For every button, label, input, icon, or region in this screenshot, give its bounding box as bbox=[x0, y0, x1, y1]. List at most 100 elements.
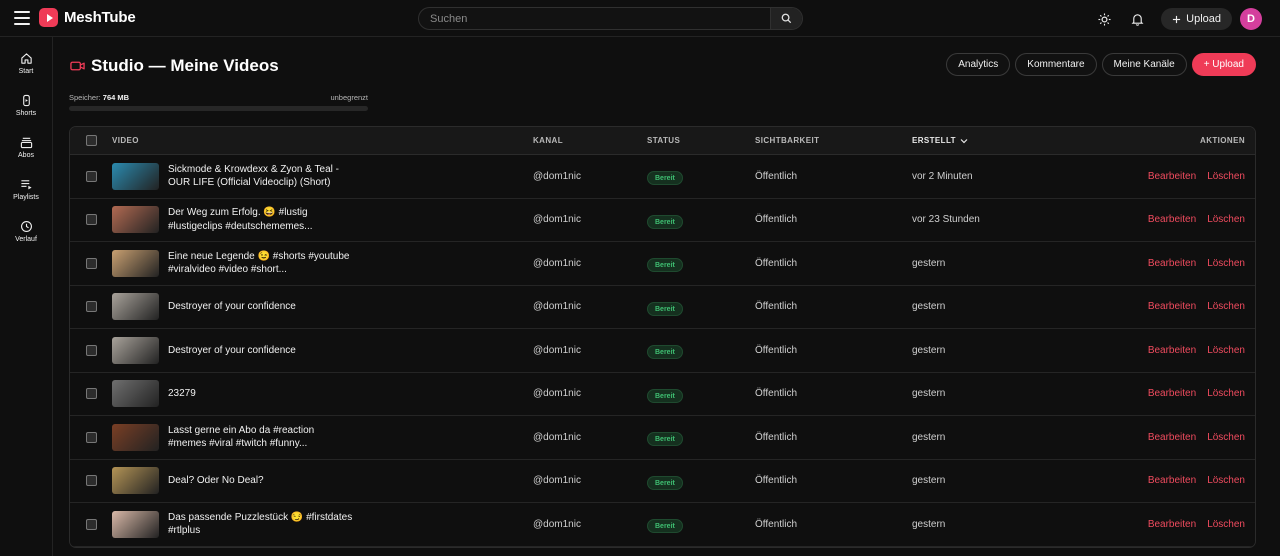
logo[interactable]: MeshTube bbox=[39, 8, 136, 27]
table-row[interactable]: 23279 @dom1nic Bereit Öffentlich gestern… bbox=[70, 372, 1255, 416]
sidebar-item-playlists[interactable]: Playlists bbox=[0, 168, 52, 210]
delete-button[interactable]: Löschen bbox=[1207, 475, 1245, 486]
video-title[interactable]: Destroyer of your confidence bbox=[168, 300, 353, 314]
video-thumbnail[interactable] bbox=[112, 423, 159, 451]
header-created[interactable]: ERSTELLT bbox=[912, 136, 1062, 145]
table-row[interactable]: Sickmode & Krowdexx & Zyon & Teal - OUR … bbox=[70, 155, 1255, 199]
row-checkbox[interactable] bbox=[85, 475, 97, 487]
status-badge: Bereit bbox=[647, 171, 683, 186]
status-badge: Bereit bbox=[647, 519, 683, 534]
created-value: gestern bbox=[912, 388, 946, 400]
delete-button[interactable]: Löschen bbox=[1207, 519, 1245, 530]
header-channel: KANAL bbox=[533, 136, 563, 145]
sidebar-item-shorts[interactable]: Shorts bbox=[0, 84, 52, 126]
channel-name: @dom1nic bbox=[533, 388, 581, 400]
video-title[interactable]: Der Weg zum Erfolg. 😆 #lustig #lustigecl… bbox=[168, 206, 353, 233]
sidebar-item-label: Shorts bbox=[15, 109, 37, 117]
video-title[interactable]: Eine neue Legende 😉 #shorts #youtube #vi… bbox=[168, 250, 353, 277]
edit-button[interactable]: Bearbeiten bbox=[1148, 301, 1196, 312]
sidebar-item-label: Abos bbox=[18, 151, 34, 159]
video-thumbnail[interactable] bbox=[112, 293, 159, 321]
edit-button[interactable]: Bearbeiten bbox=[1148, 345, 1196, 356]
subscriptions-icon bbox=[20, 137, 32, 148]
row-checkbox[interactable] bbox=[85, 257, 97, 269]
menu-icon[interactable] bbox=[14, 11, 30, 25]
delete-button[interactable]: Löschen bbox=[1207, 171, 1245, 182]
visibility-value: Öffentlich bbox=[755, 170, 798, 182]
storage-bar bbox=[69, 106, 368, 111]
video-thumbnail[interactable] bbox=[112, 510, 159, 538]
table-row[interactable]: Das passende Puzzlestück 😏 #firstdates #… bbox=[70, 503, 1255, 547]
delete-button[interactable]: Löschen bbox=[1207, 301, 1245, 312]
studio-upload-button[interactable]: + Upload bbox=[1191, 53, 1256, 76]
status-badge: Bereit bbox=[647, 388, 683, 403]
row-checkbox[interactable] bbox=[85, 431, 97, 443]
table-row[interactable]: Destroyer of your confidence @dom1nic Be… bbox=[70, 285, 1255, 329]
edit-button[interactable]: Bearbeiten bbox=[1148, 214, 1196, 225]
avatar[interactable]: D bbox=[1240, 8, 1262, 30]
theme-toggle-button[interactable] bbox=[1092, 7, 1116, 31]
shorts-icon bbox=[22, 94, 30, 106]
sidebar-item-abos[interactable]: Abos bbox=[0, 126, 52, 168]
video-title[interactable]: 23279 bbox=[168, 387, 353, 401]
channel-name: @dom1nic bbox=[533, 214, 581, 226]
video-title[interactable]: Sickmode & Krowdexx & Zyon & Teal - OUR … bbox=[168, 163, 353, 190]
video-thumbnail[interactable] bbox=[112, 162, 159, 190]
search-bar bbox=[418, 7, 803, 30]
search-button[interactable] bbox=[770, 8, 802, 29]
search-input[interactable] bbox=[419, 8, 770, 29]
header-actions: Analytics Kommentare Meine Kanäle + Uplo… bbox=[946, 53, 1256, 76]
row-checkbox[interactable] bbox=[85, 301, 97, 313]
page-header: Studio — Meine Videos bbox=[70, 56, 279, 76]
upload-button[interactable]: Upload bbox=[1161, 8, 1232, 30]
edit-button[interactable]: Bearbeiten bbox=[1148, 258, 1196, 269]
delete-button[interactable]: Löschen bbox=[1207, 258, 1245, 269]
table-row[interactable]: Destroyer of your confidence @dom1nic Be… bbox=[70, 329, 1255, 373]
sidebar-item-start[interactable]: Start bbox=[0, 42, 52, 84]
edit-button[interactable]: Bearbeiten bbox=[1148, 475, 1196, 486]
delete-button[interactable]: Löschen bbox=[1207, 345, 1245, 356]
row-checkbox[interactable] bbox=[85, 170, 97, 182]
delete-button[interactable]: Löschen bbox=[1207, 214, 1245, 225]
delete-button[interactable]: Löschen bbox=[1207, 388, 1245, 399]
edit-button[interactable]: Bearbeiten bbox=[1148, 171, 1196, 182]
delete-button[interactable]: Löschen bbox=[1207, 432, 1245, 443]
comments-button[interactable]: Kommentare bbox=[1015, 53, 1097, 76]
video-title[interactable]: Lasst gerne ein Abo da #reaction #memes … bbox=[168, 424, 353, 451]
video-thumbnail[interactable] bbox=[112, 206, 159, 234]
video-title[interactable]: Destroyer of your confidence bbox=[168, 344, 353, 358]
video-title[interactable]: Deal? Oder No Deal? bbox=[168, 474, 353, 488]
notifications-button[interactable] bbox=[1125, 7, 1149, 31]
visibility-value: Öffentlich bbox=[755, 301, 798, 313]
video-thumbnail[interactable] bbox=[112, 249, 159, 277]
edit-button[interactable]: Bearbeiten bbox=[1148, 432, 1196, 443]
channel-name: @dom1nic bbox=[533, 257, 581, 269]
video-thumbnail[interactable] bbox=[112, 380, 159, 408]
video-title[interactable]: Das passende Puzzlestück 😏 #firstdates #… bbox=[168, 511, 353, 538]
select-all-checkbox[interactable] bbox=[85, 135, 97, 146]
row-checkbox[interactable] bbox=[85, 518, 97, 530]
channel-name: @dom1nic bbox=[533, 170, 581, 182]
analytics-button[interactable]: Analytics bbox=[946, 53, 1011, 76]
table-row[interactable]: Eine neue Legende 😉 #shorts #youtube #vi… bbox=[70, 242, 1255, 286]
status-badge: Bereit bbox=[647, 475, 683, 490]
created-value: vor 2 Minuten bbox=[912, 170, 973, 182]
table-row[interactable]: Lasst gerne ein Abo da #reaction #memes … bbox=[70, 416, 1255, 460]
channel-name: @dom1nic bbox=[533, 301, 581, 313]
video-thumbnail[interactable] bbox=[112, 467, 159, 495]
table-row[interactable]: Der Weg zum Erfolg. 😆 #lustig #lustigecl… bbox=[70, 198, 1255, 242]
sidebar-item-verlauf[interactable]: Verlauf bbox=[0, 210, 52, 252]
edit-button[interactable]: Bearbeiten bbox=[1148, 519, 1196, 530]
upload-label: Upload bbox=[1186, 13, 1221, 25]
edit-button[interactable]: Bearbeiten bbox=[1148, 388, 1196, 399]
row-checkbox[interactable] bbox=[85, 388, 97, 400]
visibility-value: Öffentlich bbox=[755, 475, 798, 487]
row-checkbox[interactable] bbox=[85, 214, 97, 226]
table-row[interactable]: Deal? Oder No Deal? @dom1nic Bereit Öffe… bbox=[70, 459, 1255, 503]
my-channels-button[interactable]: Meine Kanäle bbox=[1101, 53, 1187, 76]
status-badge: Bereit bbox=[647, 432, 683, 447]
created-value: gestern bbox=[912, 344, 946, 356]
video-thumbnail[interactable] bbox=[112, 336, 159, 364]
channel-name: @dom1nic bbox=[533, 518, 581, 530]
row-checkbox[interactable] bbox=[85, 344, 97, 356]
